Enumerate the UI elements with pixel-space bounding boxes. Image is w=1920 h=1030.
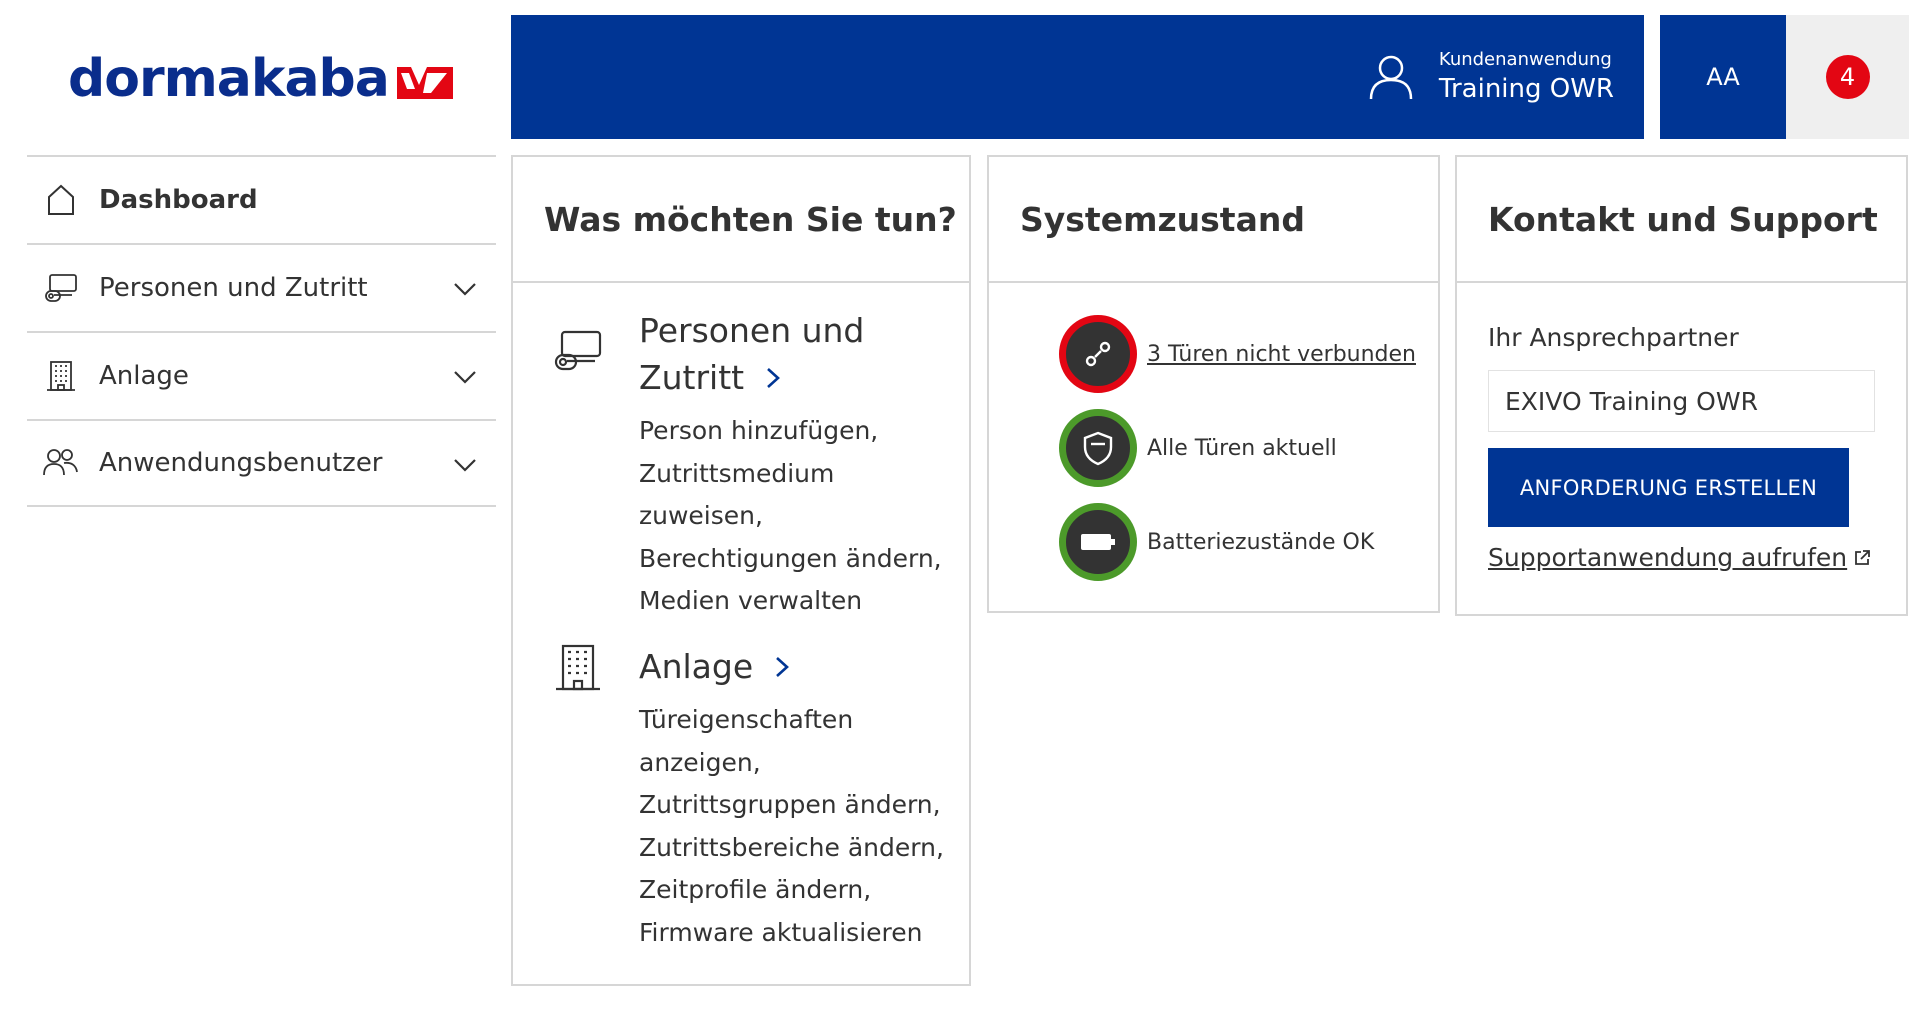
sidebar-item-label: Anlage: [99, 361, 189, 391]
sidebar-item-label: Personen und Zutritt: [99, 273, 368, 303]
card-reader-icon: [41, 268, 81, 308]
dormakaba-logo[interactable]: dormakaba: [68, 44, 478, 114]
description-line: Türeigenschaften: [639, 705, 854, 734]
description-line: zuweisen,: [639, 501, 763, 530]
status-row-battery: Batteriezustände OK: [1059, 502, 1374, 582]
chevron-down-icon[interactable]: [452, 452, 478, 478]
notifications-button[interactable]: 4: [1786, 15, 1909, 139]
status-text[interactable]: 3 Türen nicht verbunden: [1147, 342, 1416, 367]
logo-mark-icon: [396, 67, 453, 99]
action-title-link[interactable]: Anlage: [639, 643, 791, 690]
chevron-right-icon: [776, 656, 790, 677]
actions-card-title: Was möchten Sie tun?: [544, 199, 957, 239]
sidebar-nav: Dashboard Personen und Zutritt Anlage An…: [27, 155, 496, 507]
font-size-button[interactable]: AA: [1660, 15, 1786, 139]
chevron-down-icon[interactable]: [452, 364, 478, 390]
sidebar-item-anlage[interactable]: Anlage: [27, 331, 496, 419]
header-bar: Kundenanwendung Training OWR: [511, 15, 1644, 139]
logo-text: dormakaba: [68, 49, 390, 109]
status-row-doors-current: Alle Türen aktuell: [1059, 408, 1337, 488]
description-line: Zutrittsmedium: [639, 458, 835, 488]
support-card: Kontakt und Support Ihr Ansprechpartner …: [1455, 155, 1908, 616]
building-icon: [556, 644, 600, 691]
home-icon: [41, 180, 81, 220]
sidebar-item-label: Dashboard: [99, 185, 258, 215]
user-icon: [1369, 55, 1413, 100]
support-link-label: Supportanwendung aufrufen: [1488, 543, 1848, 572]
shield-check-icon: [1059, 409, 1137, 487]
chevron-down-icon[interactable]: [452, 276, 478, 302]
action-title-line: Zutritt: [639, 358, 745, 397]
contact-field: EXIVO Training OWR: [1488, 370, 1875, 432]
support-app-link[interactable]: Supportanwendung aufrufen: [1488, 543, 1871, 572]
status-card-header: Systemzustand: [989, 157, 1438, 283]
create-request-button[interactable]: ANFORDERUNG ERSTELLEN: [1488, 448, 1849, 527]
users-icon: [41, 443, 81, 483]
status-card-title: Systemzustand: [1020, 199, 1305, 239]
actions-card-header: Was möchten Sie tun?: [513, 157, 969, 283]
header-user-text: Kundenanwendung Training OWR: [1439, 48, 1614, 106]
description-line: Berechtigungen ändern,: [639, 543, 942, 573]
support-card-header: Kontakt und Support: [1457, 157, 1906, 283]
sidebar-item-anwendungsbenutzer[interactable]: Anwendungsbenutzer: [27, 419, 496, 507]
support-card-title: Kontakt und Support: [1488, 199, 1878, 239]
action-title-link[interactable]: Personen und Zutritt: [639, 307, 864, 401]
description-line: Zutrittsgruppen ändern,: [639, 790, 941, 819]
sidebar-item-label: Anwendungsbenutzer: [99, 448, 383, 478]
battery-icon: [1059, 503, 1137, 581]
action-title-line: Anlage: [639, 647, 754, 686]
chevron-right-icon: [767, 367, 781, 388]
action-title-line: Personen und: [639, 311, 865, 350]
header-user-menu[interactable]: Kundenanwendung Training OWR: [1365, 15, 1614, 139]
contact-label: Ihr Ansprechpartner: [1488, 323, 1739, 352]
external-link-icon: [1855, 549, 1871, 565]
description-line: Firmware aktualisieren: [639, 917, 923, 947]
status-text: Batteriezustände OK: [1147, 529, 1375, 555]
action-description: Türeigenschaften anzeigen, Zutrittsgrupp…: [639, 699, 959, 954]
disconnected-icon: [1059, 315, 1137, 393]
sidebar-item-dashboard[interactable]: Dashboard: [27, 155, 496, 243]
description-line: anzeigen,: [639, 747, 761, 777]
action-description: Person hinzufügen, Zutrittsmedium zuweis…: [639, 410, 959, 623]
building-icon: [41, 356, 81, 396]
description-line: Medien verwalten: [639, 586, 863, 615]
app-type-label: Kundenanwendung: [1438, 49, 1612, 70]
description-line: Person hinzufügen,: [639, 416, 879, 445]
system-status-card: Systemzustand 3 Türen nicht verbunden Al…: [987, 155, 1440, 613]
tenant-name: Training OWR: [1438, 74, 1614, 104]
description-line: Zeitprofile ändern,: [639, 875, 872, 904]
status-row-doors-disconnected[interactable]: 3 Türen nicht verbunden: [1059, 314, 1416, 394]
description-line: Zutrittsbereiche ändern,: [639, 832, 944, 862]
actions-card: Was möchten Sie tun? Personen und Zutrit…: [511, 155, 971, 986]
card-reader-icon: [554, 330, 602, 371]
status-text: Alle Türen aktuell: [1147, 435, 1337, 461]
notification-count-badge: 4: [1825, 55, 1870, 99]
sidebar-item-personen-und-zutritt[interactable]: Personen und Zutritt: [27, 243, 496, 331]
